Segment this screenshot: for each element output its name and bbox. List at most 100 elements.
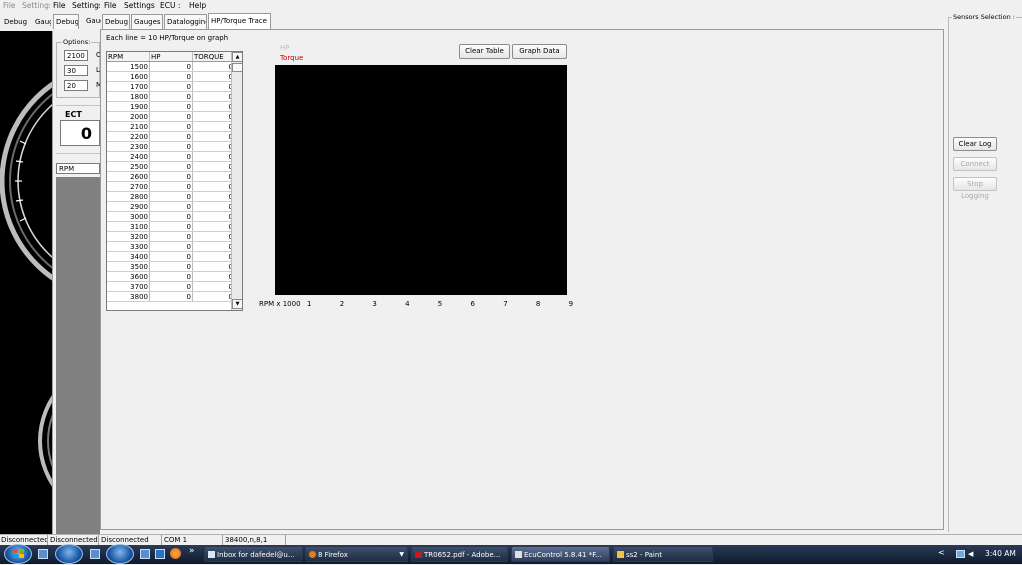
hp-cell[interactable]: 0 (149, 91, 193, 102)
menu-file-2[interactable]: File (53, 1, 66, 11)
torque-cell[interactable]: 0 (192, 181, 235, 192)
quicklaunch-desktop-icon[interactable] (90, 549, 100, 559)
table-row[interactable]: 240000 (107, 151, 235, 162)
volume-icon[interactable]: ◀ (968, 550, 976, 558)
table-row[interactable]: 280000 (107, 191, 235, 202)
torque-cell[interactable]: 0 (192, 121, 235, 132)
rpm-cell[interactable]: 2700 (107, 181, 150, 192)
tab-hp-torque-trace[interactable]: HP/Torque Trace (208, 13, 271, 29)
table-row[interactable]: 200000 (107, 111, 235, 122)
hp-cell[interactable]: 0 (149, 211, 193, 222)
torque-cell[interactable]: 0 (192, 171, 235, 182)
torque-cell[interactable]: 0 (192, 201, 235, 212)
rpm-cell[interactable]: 1700 (107, 81, 150, 92)
torque-cell[interactable]: 0 (192, 241, 235, 252)
torque-cell[interactable]: 0 (192, 271, 235, 282)
rpm-cell[interactable]: 3800 (107, 291, 150, 302)
table-row[interactable]: 170000 (107, 81, 235, 92)
torque-cell[interactable]: 0 (192, 221, 235, 232)
taskbar-item-mail[interactable]: Inbox for dafedel@u... (204, 546, 303, 562)
quicklaunch-show-desktop-icon[interactable] (38, 549, 48, 559)
table-row[interactable]: 290000 (107, 201, 235, 212)
torque-cell[interactable]: 0 (192, 261, 235, 272)
torque-cell[interactable]: 0 (192, 231, 235, 242)
scroll-up-button[interactable]: ▲ (232, 52, 242, 62)
hp-cell[interactable]: 0 (149, 131, 193, 142)
table-row[interactable]: 160000 (107, 71, 235, 82)
clear-table-button[interactable]: Clear Table (459, 44, 510, 59)
menu-settings-faded[interactable]: Settings (22, 1, 50, 11)
table-row[interactable]: 180000 (107, 91, 235, 102)
tab-gauges-2[interactable]: Gauges (84, 14, 101, 29)
hp-cell[interactable]: 0 (149, 251, 193, 262)
table-row[interactable]: 340000 (107, 251, 235, 262)
hp-cell[interactable]: 0 (149, 171, 193, 182)
hp-cell[interactable]: 0 (149, 231, 193, 242)
tab-debug-2[interactable]: Debug (53, 14, 79, 29)
rpm-cell[interactable]: 2600 (107, 171, 150, 182)
rpm-cell[interactable]: 1500 (107, 62, 150, 72)
graph-data-button[interactable]: Graph Data (512, 44, 567, 59)
menu-file-faded[interactable]: File (3, 1, 16, 11)
clock-time[interactable]: 3:40 AM (985, 549, 1016, 558)
rpm-cell[interactable]: 1800 (107, 91, 150, 102)
taskbar-item-ecucontrol[interactable]: EcuControl 5.8.41 *F... (511, 546, 610, 562)
hp-cell[interactable]: 0 (149, 62, 193, 72)
taskbar-item-firefox[interactable]: 8 Firefox ▼ (305, 546, 408, 562)
rpm-cell[interactable]: 3700 (107, 281, 150, 292)
rpm-cell[interactable]: 2300 (107, 141, 150, 152)
torque-cell[interactable]: 0 (192, 62, 235, 72)
hp-cell[interactable]: 0 (149, 221, 193, 232)
header-rpm[interactable]: RPM (107, 52, 150, 62)
taskbar-item-paint[interactable]: ss2 - Paint (613, 546, 713, 562)
table-row[interactable]: 370000 (107, 281, 235, 292)
rpm-cell[interactable]: 2000 (107, 111, 150, 122)
table-row[interactable]: 350000 (107, 261, 235, 272)
rpm-cell[interactable]: 2400 (107, 151, 150, 162)
start-button[interactable] (4, 544, 32, 564)
tab-gauges-3[interactable]: Gauges (131, 14, 163, 29)
hp-cell[interactable]: 0 (149, 151, 193, 162)
torque-cell[interactable]: 0 (192, 81, 235, 92)
torque-cell[interactable]: 0 (192, 291, 235, 302)
torque-cell[interactable]: 0 (192, 161, 235, 172)
rpm-cell[interactable]: 3000 (107, 211, 150, 222)
torque-cell[interactable]: 0 (192, 281, 235, 292)
option-field-2[interactable]: 30 (64, 65, 88, 76)
torque-cell[interactable]: 0 (192, 251, 235, 262)
hp-cell[interactable]: 0 (149, 81, 193, 92)
torque-cell[interactable]: 0 (192, 211, 235, 222)
menu-settings-2[interactable]: Settings (72, 1, 100, 11)
torque-cell[interactable]: 0 (192, 151, 235, 162)
torque-cell[interactable]: 0 (192, 111, 235, 122)
table-row[interactable]: 320000 (107, 231, 235, 242)
rpm-cell[interactable]: 3400 (107, 251, 150, 262)
rpm-cell[interactable]: 3200 (107, 231, 150, 242)
rpm-cell[interactable]: 1900 (107, 101, 150, 112)
menu-settings[interactable]: Settings (124, 1, 155, 11)
rpm-cell[interactable]: 2800 (107, 191, 150, 202)
tab-debug-3[interactable]: Debug (102, 14, 130, 29)
rpm-field[interactable]: RPM (56, 163, 100, 174)
hp-cell[interactable]: 0 (149, 181, 193, 192)
hp-cell[interactable]: 0 (149, 101, 193, 112)
quicklaunch-firefox-icon[interactable] (170, 548, 181, 559)
header-hp[interactable]: HP (149, 52, 193, 62)
hp-cell[interactable]: 0 (149, 191, 193, 202)
table-row[interactable]: 150000 (107, 62, 235, 72)
table-row[interactable]: 190000 (107, 101, 235, 112)
hp-cell[interactable]: 0 (149, 201, 193, 212)
tab-datalogging[interactable]: Datalogging (164, 14, 207, 29)
torque-cell[interactable]: 0 (192, 191, 235, 202)
menu-file[interactable]: File (104, 1, 117, 11)
table-row[interactable]: 360000 (107, 271, 235, 282)
scroll-down-button[interactable]: ▼ (232, 299, 242, 309)
torque-cell[interactable]: 0 (192, 71, 235, 82)
rpm-cell[interactable]: 3500 (107, 261, 150, 272)
header-torque[interactable]: TORQUE (192, 52, 235, 62)
network-icon[interactable] (956, 550, 965, 558)
rpm-cell[interactable]: 2900 (107, 201, 150, 212)
option-field-1[interactable]: 2100 (64, 50, 88, 61)
table-row[interactable]: 250000 (107, 161, 235, 172)
hp-cell[interactable]: 0 (149, 261, 193, 272)
